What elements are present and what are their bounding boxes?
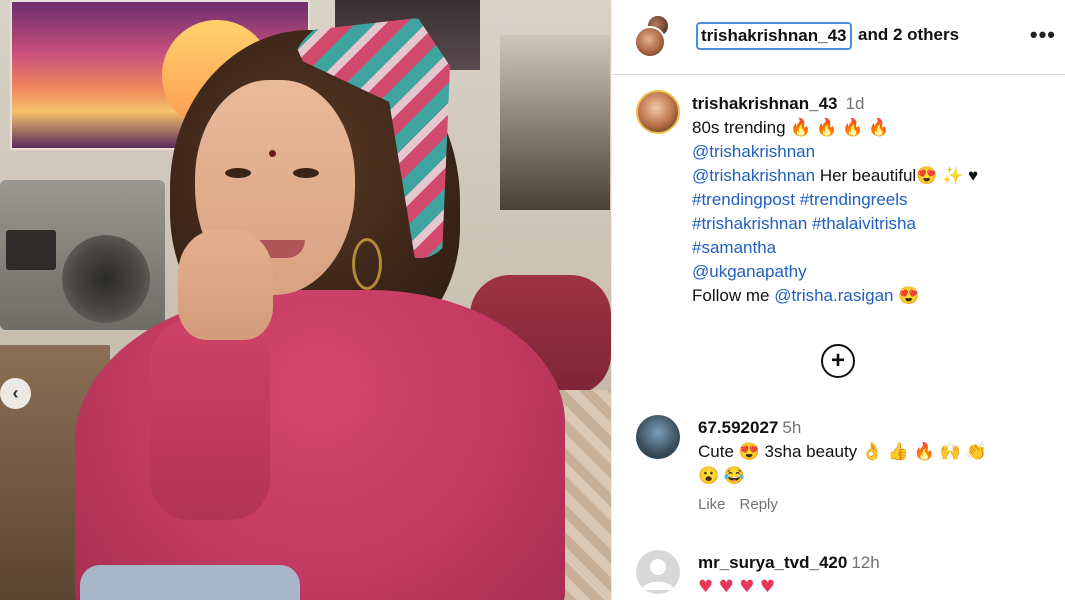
right-eye [293,168,319,178]
comment-time: 5h [782,418,802,437]
black-heart-icon: ♥ [968,166,979,185]
avatar[interactable] [636,415,680,459]
collaborators-link[interactable]: and 2 others [858,25,959,45]
heart-eyes-icon: 😍 [898,286,920,305]
boombox [0,180,165,330]
arm [150,320,270,520]
cassette-deck [6,230,56,270]
owner-username-link[interactable]: trishakrishnan_43 [696,22,852,50]
surprised-icon: 😮 [698,466,720,485]
heart-eyes-icon: 😍 [738,442,760,461]
speaker [62,235,150,323]
heart-eyes-icon: 😍 [916,166,938,185]
mention-link[interactable]: @trishakrishnan [692,142,815,161]
hashtag-link[interactable]: #trendingpost [692,190,795,209]
post-header: trishakrishnan_43 and 2 others ••• [612,0,1065,75]
fire-icon: 🔥 [816,118,838,137]
caption-time: 1d [845,94,865,113]
hashtag-link[interactable]: #thalaivitrisha [812,214,916,233]
collab-avatars[interactable] [634,14,674,58]
fire-icon: 🔥 [842,118,864,137]
hashtag-link[interactable]: #samantha [692,238,776,257]
hashtag-link[interactable]: #trendingreels [800,190,908,209]
carousel-prev-button[interactable]: ‹ [0,378,31,409]
clap-icon: 👏 [965,442,987,461]
laughing-icon: 😂 [723,466,746,485]
caption-text: 80s trending [692,118,786,137]
raised-hands-icon: 🙌 [939,442,961,461]
comment-username-link[interactable]: mr_surya_tvd_420 [698,553,847,572]
fire-icon: 🔥 [868,118,890,137]
jeans [80,565,300,600]
mention-link[interactable]: @ukganapathy [692,262,807,281]
plus-icon: + [830,347,845,374]
hand [178,230,273,340]
post-photo[interactable]: ‹ [0,0,611,600]
avatar [634,26,666,58]
load-more-comments-button[interactable]: + [821,344,855,378]
more-options-icon[interactable]: ••• [1030,22,1056,48]
chevron-left-icon: ‹ [12,383,19,403]
fire-icon: 🔥 [913,442,935,461]
comment-text: 3sha beauty [759,442,862,461]
fire-icon: 🔥 [790,118,812,137]
hoop-earring [352,238,382,290]
comment-text: Cute [698,442,739,461]
band-poster [500,35,610,210]
comment-time: 12h [851,553,880,572]
mention-link[interactable]: @trisha.rasigan [774,286,893,305]
reply-button[interactable]: Reply [740,496,778,513]
caption-text: Follow me [692,286,775,305]
heart-icon: ♥ ♥ ♥ ♥ [698,577,776,597]
thumbs-up-icon: 👍 [887,442,909,461]
bindi [269,150,276,157]
ok-hand-icon: 👌 [861,442,884,461]
hashtag-link[interactable]: #trishakrishnan [692,214,807,233]
sparkles-icon: ✨ [942,166,964,185]
comment-username-link[interactable]: 67.592027 [698,418,778,437]
caption-username-link[interactable]: trishakrishnan_43 [692,94,838,113]
mention-link[interactable]: @trishakrishnan [692,166,815,185]
like-button[interactable]: Like [698,496,726,513]
comment-actions: Like Reply [698,496,1048,513]
sweater [75,290,565,600]
default-avatar-icon [642,559,674,590]
left-eye [225,168,251,178]
avatar[interactable] [636,550,680,594]
comment-body: mr_surya_tvd_420 12h ♥ ♥ ♥ ♥ [698,551,1048,599]
post-side-panel: trishakrishnan_43 and 2 others ••• trish… [611,0,1065,600]
caption-body: trishakrishnan_43 1d 80s trending 🔥 🔥 🔥 🔥… [692,92,1052,308]
caption-text: Her beautiful [815,166,917,185]
avatar[interactable] [636,90,680,134]
comment-body: 67.592027 5h Cute 😍 3sha beauty 👌 👍 🔥 🙌 👏… [698,416,1048,513]
